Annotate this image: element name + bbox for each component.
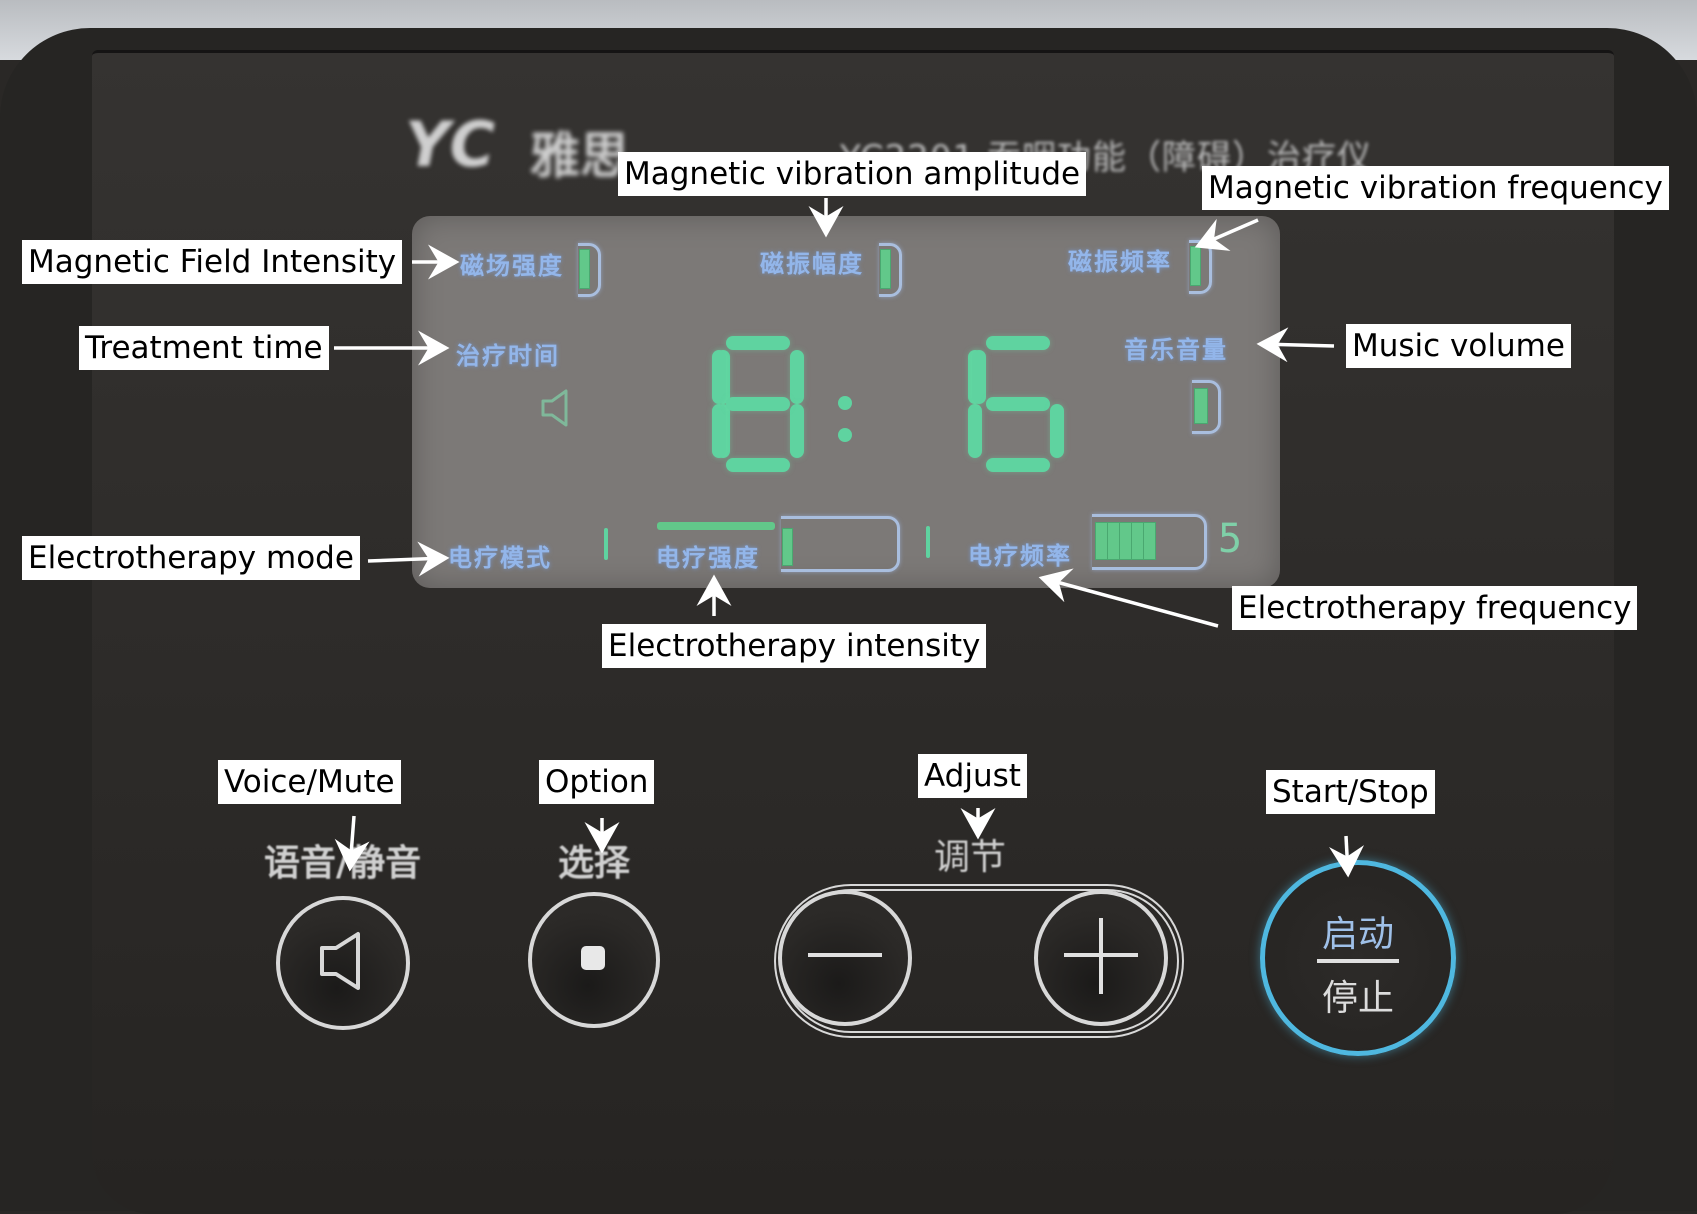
lcd-label-electrotherapy-mode: 电疗模式 bbox=[448, 544, 552, 572]
lcd-label-magnetic-field-intensity: 磁场强度 bbox=[460, 252, 564, 280]
digit-segment-c bbox=[968, 404, 982, 458]
lcd-label-electrotherapy-frequency: 电疗频率 bbox=[968, 542, 1072, 570]
minus-icon bbox=[808, 953, 882, 957]
digit-segment-f bbox=[712, 350, 726, 404]
lcd-display: 磁场强度 磁振幅度 磁振频率 治疗时间 音乐音量 电疗模式 电疗强度 电疗频率 … bbox=[412, 216, 1280, 588]
brand-name: 雅思 bbox=[530, 127, 630, 185]
speaker-icon bbox=[320, 932, 360, 990]
option-caption: 选择 bbox=[558, 843, 631, 884]
electrotherapy-mode-digit bbox=[604, 528, 608, 560]
digit-segment-c bbox=[790, 404, 804, 458]
callout-magnetic-field-intensity: Magnetic Field Intensity bbox=[22, 240, 403, 284]
level-bracket-music-volume bbox=[1192, 380, 1221, 434]
lcd-label-electrotherapy-intensity: 电疗强度 bbox=[656, 544, 760, 572]
digit-segment-g bbox=[986, 397, 1050, 411]
digit-segment-d bbox=[726, 458, 790, 472]
option-button[interactable] bbox=[528, 892, 660, 1028]
digit-segment-b bbox=[790, 350, 804, 404]
decrease-button[interactable] bbox=[778, 890, 912, 1026]
time-colon-dot-top bbox=[838, 396, 852, 410]
lcd-speaker-icon bbox=[541, 389, 568, 427]
level-bracket-magnetic-vibration-frequency bbox=[1189, 240, 1212, 294]
callout-start-stop: Start/Stop bbox=[1266, 770, 1435, 814]
lcd-label-magnetic-vibration-frequency: 磁振频率 bbox=[1068, 248, 1172, 276]
digit-segment-a bbox=[726, 336, 790, 350]
callout-electrotherapy-mode: Electrotherapy mode bbox=[22, 536, 360, 580]
level-bracket-electrotherapy-intensity bbox=[781, 516, 900, 572]
digit-segment-d bbox=[986, 458, 1050, 472]
digit-segment-g bbox=[726, 397, 790, 411]
digit-segment-a bbox=[986, 336, 1050, 350]
start-stop-divider bbox=[1317, 959, 1399, 963]
callout-magnetic-vibration-frequency: Magnetic vibration frequency bbox=[1202, 166, 1669, 210]
electrotherapy-frequency-value: 5 bbox=[1218, 516, 1243, 562]
start-label: 启动 bbox=[1321, 914, 1394, 955]
callout-electrotherapy-intensity: Electrotherapy intensity bbox=[602, 624, 987, 668]
digit-segment-c bbox=[1050, 404, 1064, 458]
callout-adjust: Adjust bbox=[918, 754, 1027, 798]
callout-option: Option bbox=[539, 760, 655, 804]
callout-voice-mute: Voice/Mute bbox=[218, 760, 401, 804]
voice-mute-button[interactable] bbox=[276, 896, 410, 1030]
lcd-label-magnetic-vibration-amplitude: 磁振幅度 bbox=[760, 250, 864, 278]
callout-magnetic-vibration-amplitude: Magnetic vibration amplitude bbox=[618, 152, 1087, 196]
digit-segment-f bbox=[972, 350, 986, 404]
callout-electrotherapy-frequency: Electrotherapy frequency bbox=[1232, 586, 1638, 630]
dot-icon bbox=[581, 946, 605, 970]
start-stop-button[interactable]: 启动 停止 bbox=[1260, 860, 1456, 1056]
voice-mute-caption: 语音/静音 bbox=[264, 843, 422, 884]
lcd-label-treatment-time: 治疗时间 bbox=[456, 342, 560, 370]
callout-treatment-time: Treatment time bbox=[79, 326, 329, 370]
level-bracket-magnetic-field-intensity bbox=[578, 243, 601, 297]
plus-icon bbox=[1099, 918, 1103, 994]
lcd-label-music-volume: 音乐音量 bbox=[1124, 336, 1228, 364]
intensity-digit-separator bbox=[926, 526, 930, 558]
level-bracket-magnetic-vibration-amplitude bbox=[879, 243, 902, 297]
time-colon-dot-bottom bbox=[838, 428, 852, 442]
callout-music-volume: Music volume bbox=[1346, 324, 1571, 368]
digit-segment-e bbox=[712, 404, 726, 458]
electrotherapy-intensity-top-bar bbox=[657, 522, 775, 530]
brand-logo: YC bbox=[405, 108, 498, 181]
increase-button[interactable] bbox=[1034, 890, 1168, 1026]
adjust-caption: 调节 bbox=[934, 837, 1007, 878]
stop-label: 停止 bbox=[1321, 978, 1394, 1019]
level-bracket-electrotherapy-frequency bbox=[1092, 514, 1207, 570]
